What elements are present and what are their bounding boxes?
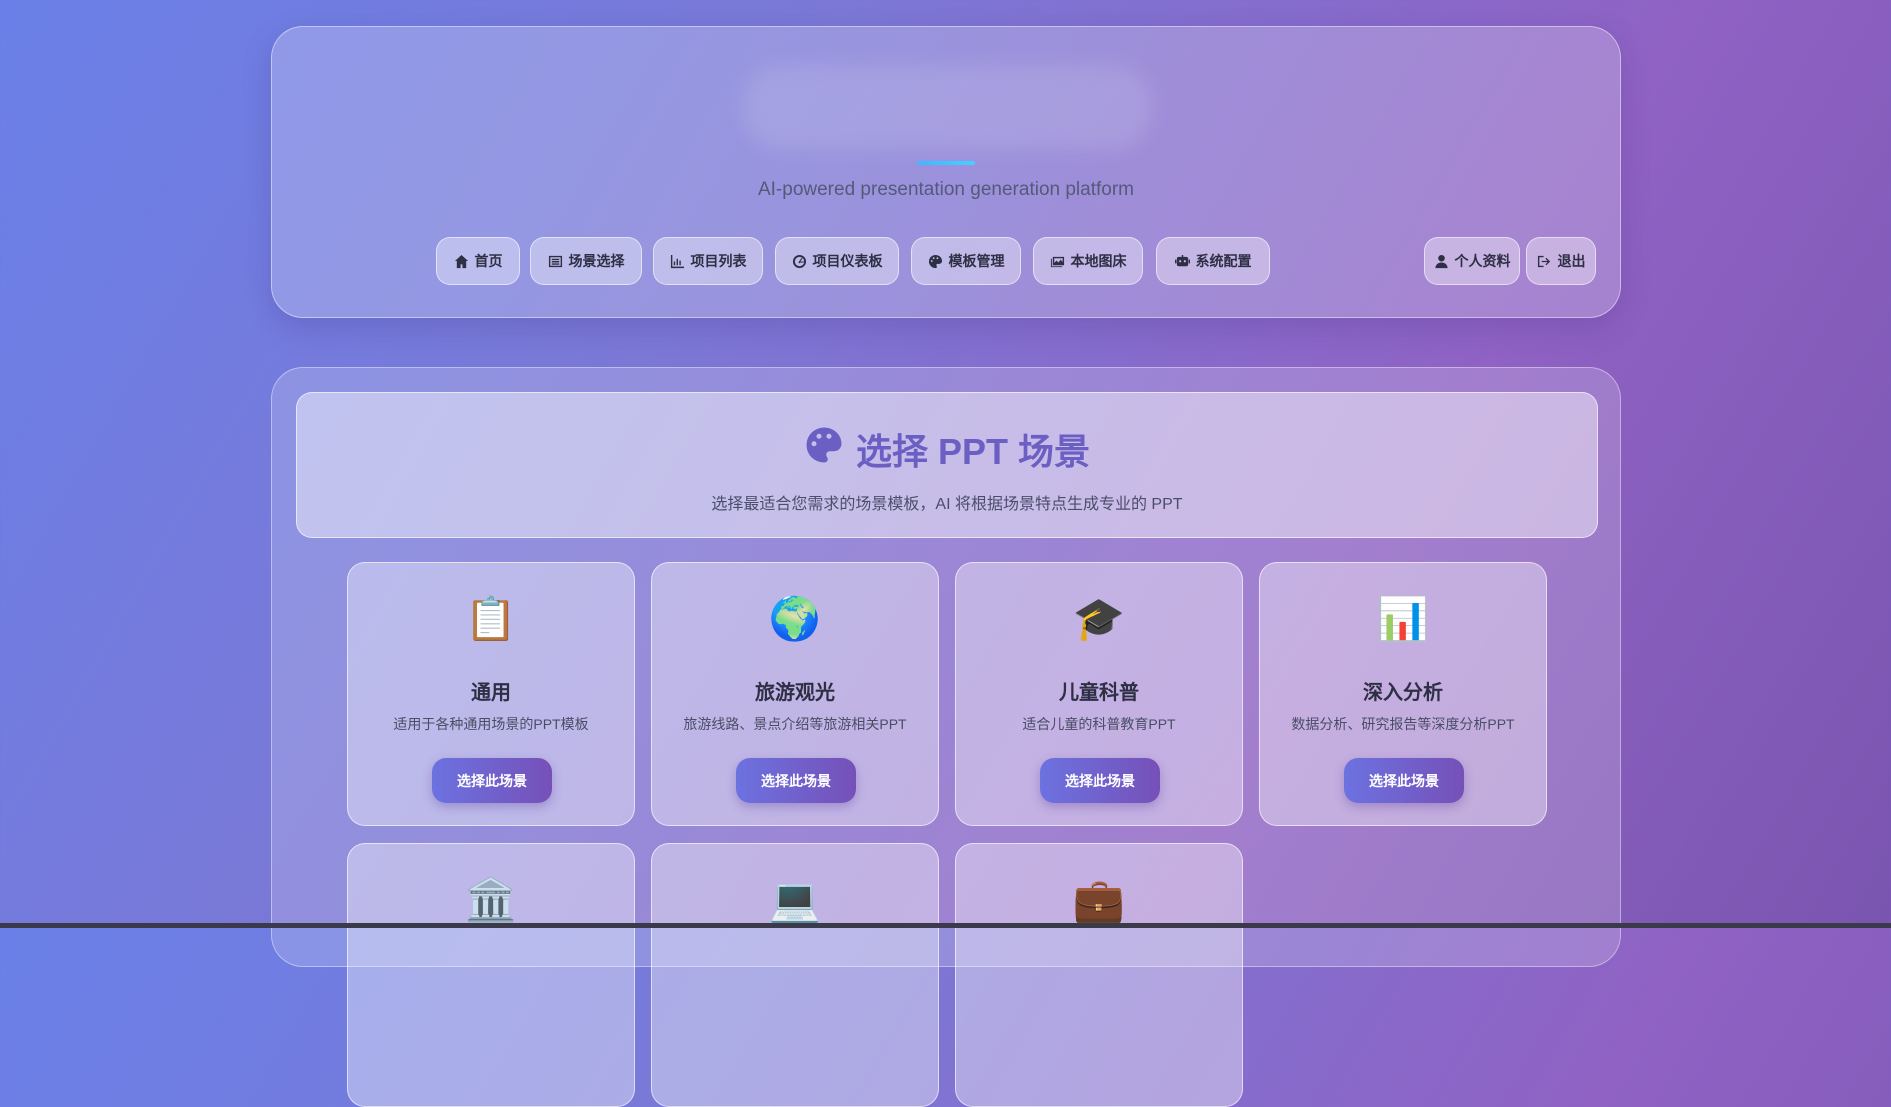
app-title-blurred bbox=[742, 65, 1152, 149]
nav-label: 本地图床 bbox=[1070, 253, 1127, 269]
palette-icon bbox=[928, 254, 943, 269]
laptop-icon: 💻 bbox=[768, 875, 822, 924]
logout-icon bbox=[1537, 254, 1552, 269]
user-button-label: 个人资料 bbox=[1454, 253, 1511, 269]
scene-card[interactable]: 🏛️ bbox=[347, 843, 635, 1107]
classical-building-icon: 🏛️ bbox=[464, 875, 518, 924]
scene-card[interactable]: 💻 bbox=[651, 843, 939, 1107]
logout-button[interactable]: 退出 bbox=[1526, 237, 1596, 285]
scene-card[interactable]: 💼 bbox=[955, 843, 1243, 1107]
scene-name: 深入分析 bbox=[1363, 682, 1443, 704]
nav-template-management[interactable]: 模板管理 bbox=[911, 237, 1021, 285]
scene-name: 通用 bbox=[471, 682, 511, 704]
select-scene-button[interactable]: 选择此场景 bbox=[1344, 758, 1464, 803]
scene-description: 旅游线路、景点介绍等旅游相关PPT bbox=[683, 716, 907, 732]
scene-description: 适合儿童的科普教育PPT bbox=[1022, 716, 1176, 732]
select-scene-button[interactable]: 选择此场景 bbox=[1040, 758, 1160, 803]
scene-name: 儿童科普 bbox=[1059, 682, 1139, 704]
nav-label: 系统配置 bbox=[1195, 253, 1252, 269]
globe-icon: 🌍 bbox=[768, 594, 822, 643]
header-panel: AI-powered presentation generation platf… bbox=[271, 26, 1621, 318]
chart-icon bbox=[670, 254, 685, 269]
scene-card-general[interactable]: 📋 通用 适用于各种通用场景的PPT模板 选择此场景 bbox=[347, 562, 635, 826]
scene-description: 数据分析、研究报告等深度分析PPT bbox=[1291, 716, 1515, 732]
title-underline bbox=[917, 161, 975, 165]
nav-label: 模板管理 bbox=[948, 253, 1005, 269]
graduation-cap-icon: 🎓 bbox=[1072, 594, 1126, 643]
nav-project-dashboard[interactable]: 项目仪表板 bbox=[775, 237, 899, 285]
nav-label: 项目列表 bbox=[690, 253, 747, 269]
page-subtitle: 选择最适合您需求的场景模板，AI 将根据场景特点生成专业的 PPT bbox=[711, 496, 1183, 513]
bar-chart-icon: 📊 bbox=[1376, 594, 1430, 643]
scene-selection-panel: 选择 PPT 场景 选择最适合您需求的场景模板，AI 将根据场景特点生成专业的 … bbox=[271, 367, 1621, 1107]
scene-card-travel[interactable]: 🌍 旅游观光 旅游线路、景点介绍等旅游相关PPT 选择此场景 bbox=[651, 562, 939, 826]
user-icon bbox=[1434, 254, 1449, 269]
window-bottom-edge bbox=[0, 923, 1891, 928]
nav-label: 项目仪表板 bbox=[812, 253, 883, 269]
nav-label: 首页 bbox=[474, 253, 503, 269]
user-profile-button[interactable]: 个人资料 bbox=[1424, 237, 1520, 285]
page-title: 选择 PPT 场景 bbox=[297, 423, 1597, 475]
tagline: AI-powered presentation generation platf… bbox=[757, 179, 1134, 200]
select-scene-button[interactable]: 选择此场景 bbox=[736, 758, 856, 803]
images-icon bbox=[1050, 254, 1065, 269]
scene-card-deep-analysis[interactable]: 📊 深入分析 数据分析、研究报告等深度分析PPT 选择此场景 bbox=[1259, 562, 1547, 826]
select-scene-button[interactable]: 选择此场景 bbox=[432, 758, 552, 803]
home-icon bbox=[454, 254, 469, 269]
nav-system-config[interactable]: 系统配置 bbox=[1156, 237, 1270, 285]
list-icon bbox=[548, 254, 563, 269]
page-title-text: 选择 PPT 场景 bbox=[855, 431, 1091, 472]
nav-local-image-host[interactable]: 本地图床 bbox=[1033, 237, 1143, 285]
user-button-label: 退出 bbox=[1557, 253, 1586, 269]
robot-icon bbox=[1174, 254, 1190, 269]
dashboard-icon bbox=[792, 254, 807, 269]
nav-project-list[interactable]: 项目列表 bbox=[653, 237, 763, 285]
clipboard-icon: 📋 bbox=[464, 594, 518, 643]
briefcase-icon: 💼 bbox=[1072, 875, 1126, 924]
hero-banner: 选择 PPT 场景 选择最适合您需求的场景模板，AI 将根据场景特点生成专业的 … bbox=[296, 392, 1598, 538]
scene-name: 旅游观光 bbox=[755, 682, 835, 704]
scene-card-kids-science[interactable]: 🎓 儿童科普 适合儿童的科普教育PPT 选择此场景 bbox=[955, 562, 1243, 826]
nav-label: 场景选择 bbox=[568, 253, 625, 269]
nav-scene-select[interactable]: 场景选择 bbox=[530, 237, 642, 285]
scene-description: 适用于各种通用场景的PPT模板 bbox=[393, 716, 589, 732]
palette-icon bbox=[804, 425, 844, 474]
nav-home[interactable]: 首页 bbox=[436, 237, 520, 285]
